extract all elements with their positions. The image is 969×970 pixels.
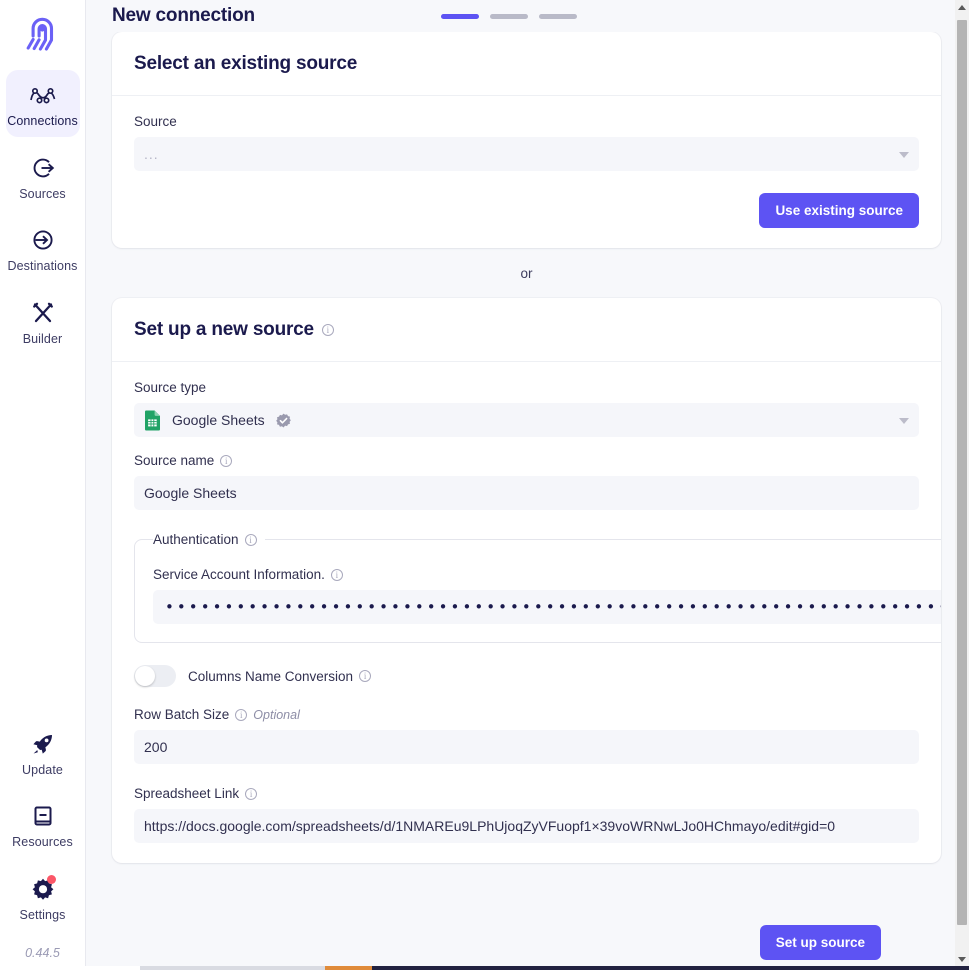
source-select[interactable]: ... (134, 137, 919, 171)
info-icon[interactable]: i (220, 455, 232, 467)
settings-notification-badge (47, 875, 56, 884)
new-source-card-body: Source type (112, 362, 941, 863)
columns-name-conversion-row: Columns Name Conversion i (134, 665, 919, 687)
existing-source-actions: Use existing source (134, 193, 919, 228)
sidebar-item-label: Settings (20, 909, 66, 922)
info-icon[interactable]: i (322, 324, 334, 336)
source-select-value: ... (144, 146, 159, 162)
rocket-icon (29, 730, 57, 758)
sidebar-item-update[interactable]: Update (6, 719, 80, 786)
sidebar-item-connections[interactable]: Connections (6, 70, 80, 137)
scroll-up-arrow-icon[interactable] (955, 0, 969, 14)
new-source-card: Set up a new source i Source type (112, 298, 941, 863)
row-batch-size-field: Row Batch Size i Optional 200 (134, 707, 919, 764)
authentication-legend: Authentication i (153, 532, 265, 547)
taskbar-segment-white (0, 966, 140, 970)
existing-source-title: Select an existing source (134, 53, 357, 75)
page-title: New connection (112, 5, 255, 27)
info-icon[interactable]: i (359, 670, 371, 682)
service-account-label: Service Account Information. i (153, 567, 941, 582)
taskbar-segment-light (140, 966, 325, 970)
sidebar-item-label: Resources (12, 836, 73, 849)
builder-icon (29, 299, 57, 327)
new-source-title: Set up a new source (134, 319, 314, 341)
source-name-value: Google Sheets (144, 485, 237, 501)
spreadsheet-link-value: https://docs.google.com/spreadsheets/d/1… (144, 818, 835, 834)
row-batch-size-label: Row Batch Size i Optional (134, 707, 919, 722)
sidebar-bottom-group: Update Resources (0, 719, 85, 961)
taskbar-strip (0, 966, 969, 970)
google-sheets-icon (144, 410, 161, 431)
existing-source-card-body: Source ... Use existing source (112, 96, 941, 248)
source-name-field: Source name i Google Sheets (134, 453, 919, 510)
spreadsheet-link-label: Spreadsheet Link i (134, 786, 919, 801)
existing-source-card: Select an existing source Source ... Use… (112, 32, 941, 248)
new-source-card-header: Set up a new source i (112, 298, 941, 362)
sidebar-item-label: Destinations (8, 260, 78, 273)
columns-name-conversion-toggle[interactable] (134, 665, 176, 687)
sidebar: Connections Sources Destinations (0, 0, 86, 970)
toggle-knob (135, 666, 155, 686)
form-scroll-area[interactable]: Select an existing source Source ... Use… (86, 32, 969, 970)
service-account-value: ••••••••••••••••••••••••••••••••••••••••… (165, 600, 941, 615)
chevron-down-icon (899, 152, 909, 158)
spreadsheet-link-field: Spreadsheet Link i https://docs.google.c… (134, 786, 919, 843)
source-name-input[interactable]: Google Sheets (134, 476, 919, 510)
source-type-name: Google Sheets (172, 412, 265, 428)
taskbar-segment-orange (325, 966, 372, 970)
spreadsheet-link-input[interactable]: https://docs.google.com/spreadsheets/d/1… (134, 809, 919, 843)
scroll-down-arrow-icon[interactable] (955, 952, 969, 966)
authentication-fieldset: Authentication i Service Account Key Aut… (134, 532, 941, 643)
step-progress-indicator (441, 14, 577, 19)
airbyte-logo[interactable] (17, 12, 69, 60)
chevron-down-icon (899, 418, 909, 424)
row-batch-size-value: 200 (144, 739, 167, 755)
sidebar-item-builder[interactable]: Builder (6, 288, 80, 355)
scroll-spacer (112, 863, 941, 923)
source-name-label: Source name i (134, 453, 919, 468)
row-batch-size-input[interactable]: 200 (134, 730, 919, 764)
step-indicator-1 (441, 14, 479, 19)
sidebar-item-settings[interactable]: Settings (6, 864, 80, 931)
source-field-label: Source (134, 114, 919, 129)
sidebar-item-destinations[interactable]: Destinations (6, 215, 80, 282)
use-existing-source-button[interactable]: Use existing source (759, 193, 919, 228)
vertical-scrollbar[interactable] (955, 0, 969, 966)
existing-source-card-header: Select an existing source (112, 32, 941, 96)
page-header: New connection (86, 0, 969, 32)
step-indicator-3 (539, 14, 577, 19)
step-indicator-2 (490, 14, 528, 19)
optional-tag: Optional (253, 708, 300, 722)
info-icon[interactable]: i (245, 788, 257, 800)
gear-icon (29, 875, 57, 903)
footer-action-bar: Set up source (172, 918, 969, 966)
source-type-value-group: Google Sheets (144, 410, 291, 431)
main-content: New connection Select an existing source… (86, 0, 969, 970)
sidebar-item-label: Connections (7, 115, 78, 128)
info-icon[interactable]: i (331, 569, 343, 581)
sources-icon (29, 154, 57, 182)
sidebar-item-label: Update (22, 764, 63, 777)
app-version: 0.44.5 (25, 946, 60, 960)
source-type-select[interactable]: Google Sheets (134, 403, 919, 437)
sidebar-item-label: Builder (23, 333, 63, 346)
sidebar-item-resources[interactable]: Resources (6, 791, 80, 858)
sidebar-item-label: Sources (19, 188, 66, 201)
source-type-label: Source type (134, 380, 919, 395)
sidebar-item-sources[interactable]: Sources (6, 143, 80, 210)
set-up-source-button[interactable]: Set up source (760, 925, 881, 960)
verified-badge-icon (276, 413, 291, 428)
app-window: Connections Sources Destinations (0, 0, 969, 970)
connections-icon (29, 81, 57, 109)
info-icon[interactable]: i (235, 709, 247, 721)
scrollbar-thumb[interactable] (957, 20, 967, 925)
columns-name-conversion-label: Columns Name Conversion i (188, 669, 371, 684)
book-icon (29, 802, 57, 830)
service-account-input[interactable]: ••••••••••••••••••••••••••••••••••••••••… (153, 590, 941, 624)
info-icon[interactable]: i (245, 534, 257, 546)
or-divider: or (112, 248, 941, 298)
destinations-icon (29, 226, 57, 254)
